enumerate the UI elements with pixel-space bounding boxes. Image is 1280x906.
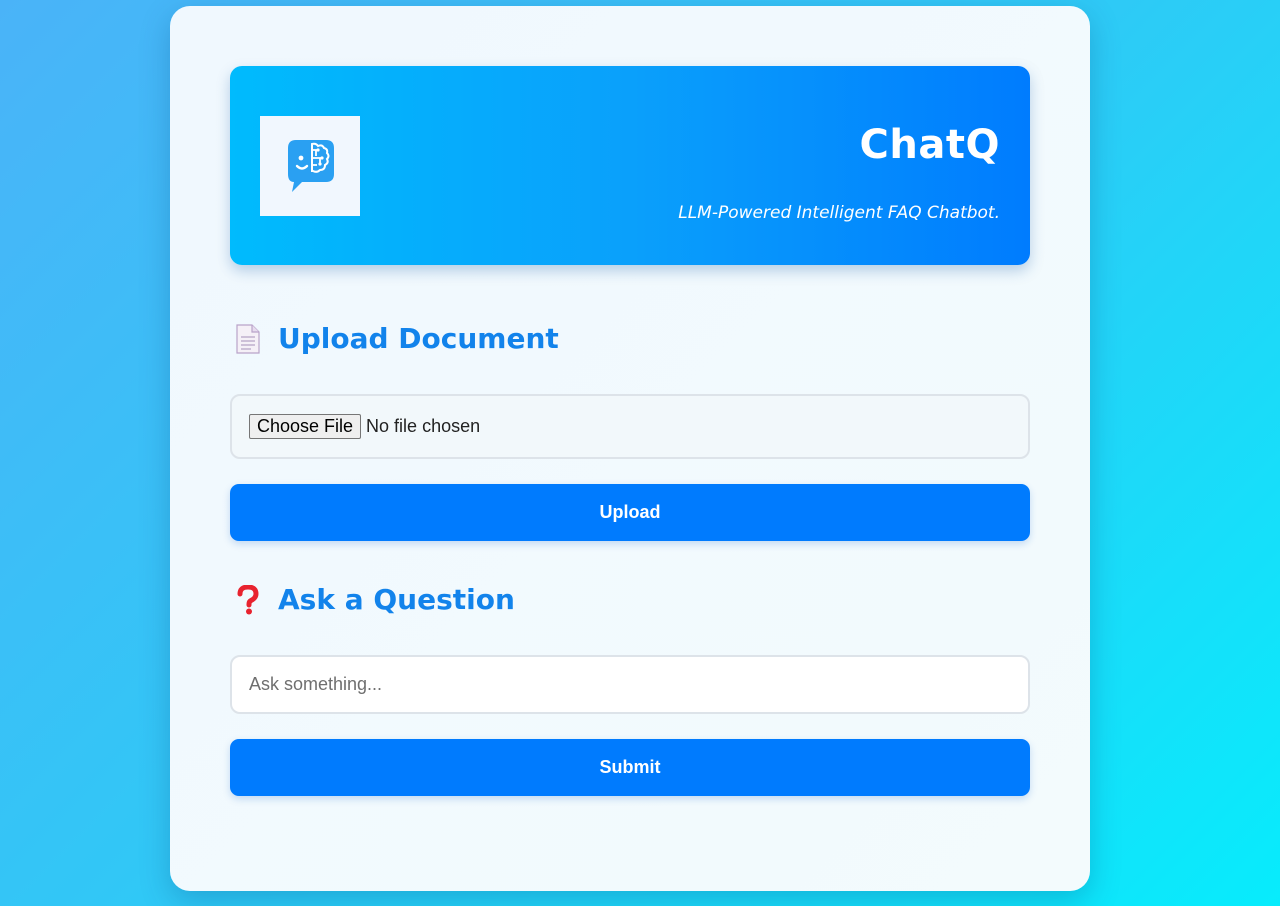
submit-button[interactable]: Submit xyxy=(230,739,1030,796)
file-status: No file chosen xyxy=(366,416,481,436)
upload-button[interactable]: Upload xyxy=(230,484,1030,541)
document-icon xyxy=(232,323,264,355)
upload-section-header: Upload Document xyxy=(232,322,559,355)
question-input[interactable] xyxy=(230,655,1030,714)
question-section-header: Ask a Question xyxy=(232,583,515,616)
main-card: ChatQ LLM-Powered Intelligent FAQ Chatbo… xyxy=(170,6,1090,891)
header-banner: ChatQ LLM-Powered Intelligent FAQ Chatbo… xyxy=(230,66,1030,265)
brain-chat-bubble-icon xyxy=(260,116,360,216)
question-mark-icon xyxy=(232,584,264,616)
question-heading: Ask a Question xyxy=(278,583,515,616)
app-title: ChatQ xyxy=(859,122,1000,168)
app-subtitle: LLM-Powered Intelligent FAQ Chatbot. xyxy=(678,203,1000,223)
file-input[interactable]: Choose File No file chosen xyxy=(230,394,1030,459)
upload-heading: Upload Document xyxy=(278,322,559,355)
choose-file-button[interactable]: Choose File xyxy=(249,414,362,439)
